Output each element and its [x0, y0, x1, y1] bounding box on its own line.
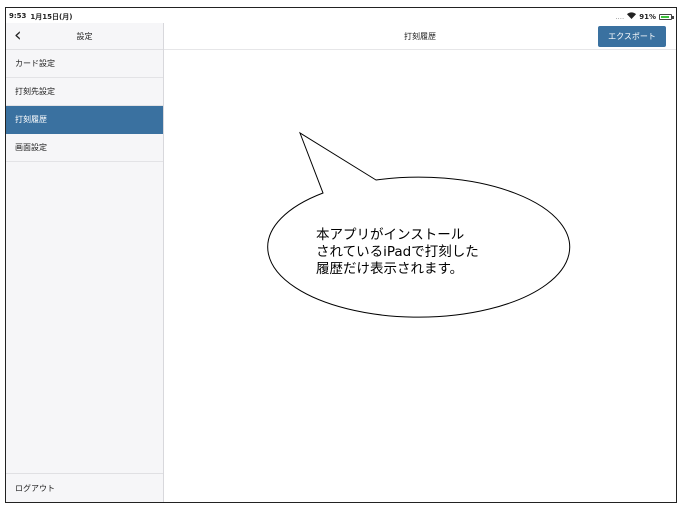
main-header: 打刻履歴 エクスポート [164, 23, 676, 50]
logout-button[interactable]: ログアウト [6, 473, 163, 502]
status-bar: 9:53 1月15日(月) .... 91% [6, 8, 676, 23]
battery-percent: 91% [639, 12, 656, 21]
sidebar-item-label: 画面設定 [15, 143, 47, 152]
sidebar-item-screen-settings[interactable]: 画面設定 [6, 134, 163, 162]
settings-sidebar: ‹ 設定 カード設定 打刻先設定 打刻履歴 画面設定 ログアウト [6, 23, 164, 502]
wifi-icon [627, 12, 637, 21]
battery-icon [659, 13, 674, 20]
export-button[interactable]: エクスポート [598, 26, 666, 47]
main-panel: 打刻履歴 エクスポート [164, 23, 676, 502]
signal-indicator: .... [615, 12, 625, 21]
status-left: 9:53 1月15日(月) [9, 12, 72, 22]
ipad-screen: 9:53 1月15日(月) .... 91% ‹ 設定 カード設定 打刻先設定 … [5, 7, 677, 503]
sidebar-header: ‹ 設定 [6, 23, 163, 50]
sidebar-title: 設定 [76, 32, 93, 41]
sidebar-item-stamp-destination[interactable]: 打刻先設定 [6, 78, 163, 106]
status-time: 9:53 [9, 12, 27, 20]
sidebar-item-card-settings[interactable]: カード設定 [6, 50, 163, 78]
sidebar-item-label: 打刻履歴 [15, 115, 47, 124]
sidebar-item-stamp-history[interactable]: 打刻履歴 [6, 106, 163, 134]
logout-label: ログアウト [15, 483, 55, 493]
status-date: 1月15日(月) [30, 13, 73, 21]
status-right: .... 91% [615, 12, 674, 21]
sidebar-item-label: 打刻先設定 [15, 87, 55, 96]
sidebar-item-label: カード設定 [15, 59, 55, 68]
